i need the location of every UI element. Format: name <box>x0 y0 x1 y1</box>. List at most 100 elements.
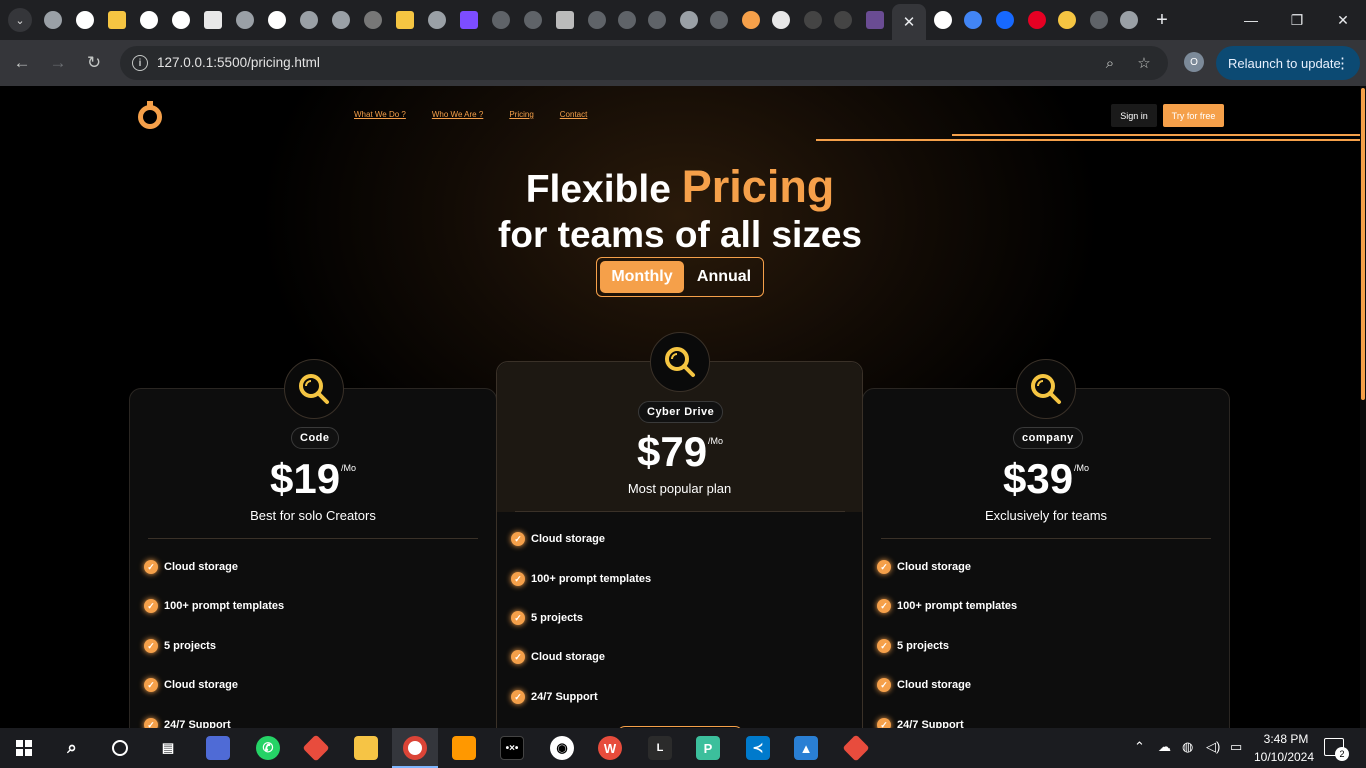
cortana-icon[interactable] <box>108 736 132 760</box>
tab-favicon[interactable] <box>332 11 350 29</box>
tab-favicon-chatgpt[interactable] <box>204 11 222 29</box>
nav-link-who-we-are[interactable]: Who We Are ? <box>432 110 483 119</box>
git-icon[interactable] <box>302 734 330 762</box>
feature-label: 100+ prompt templates <box>897 600 1018 612</box>
battery-icon[interactable]: ▭ <box>1230 739 1242 755</box>
minimize-icon[interactable]: — <box>1228 0 1274 40</box>
more-menu-icon[interactable]: ⋮ <box>1335 54 1350 72</box>
check-icon: ✓ <box>877 718 891 728</box>
try-free-button[interactable]: Try for free <box>1163 104 1224 127</box>
tab-favicon-behance[interactable] <box>996 11 1014 29</box>
tab-favicon-pinterest[interactable] <box>1028 11 1046 29</box>
tab-favicon[interactable] <box>524 11 542 29</box>
wps-icon[interactable]: W <box>598 736 622 760</box>
volume-icon[interactable]: ◁) <box>1206 739 1220 755</box>
tab-favicon[interactable] <box>834 11 852 29</box>
app-icon[interactable] <box>206 736 230 760</box>
nav-link-what-we-do[interactable]: What We Do ? <box>354 110 406 119</box>
tab-favicon[interactable] <box>588 11 606 29</box>
bookmark-star-icon[interactable]: ☆ <box>1134 53 1154 73</box>
tab-favicon[interactable] <box>742 11 760 29</box>
github-icon[interactable]: ◉ <box>550 736 574 760</box>
forward-icon[interactable]: → <box>46 51 70 75</box>
tab-favicon[interactable] <box>1120 11 1138 29</box>
tab-favicon-google[interactable] <box>76 11 94 29</box>
vscode-icon[interactable]: ≺ <box>746 736 770 760</box>
restore-icon[interactable]: ❐ <box>1274 0 1320 40</box>
plan-card-code: Code $19 /Mo Best for solo Creators ✓ Clo… <box>129 359 497 728</box>
tab-favicon[interactable] <box>1058 11 1076 29</box>
app-icon[interactable]: •×• <box>500 736 524 760</box>
tab-favicon-google[interactable] <box>140 11 158 29</box>
relaunch-label: Relaunch to update <box>1228 55 1341 71</box>
tab-favicon[interactable] <box>300 11 318 29</box>
windows-start-icon[interactable] <box>16 740 32 756</box>
tab-favicon[interactable] <box>964 11 982 29</box>
hero-heading-prefix: Flexible <box>525 168 671 211</box>
file-explorer-icon[interactable] <box>354 736 378 760</box>
site-info-icon[interactable]: i <box>132 55 148 71</box>
tab-search-icon[interactable]: ⌄ <box>8 8 32 32</box>
address-bar[interactable]: i 127.0.0.1:5500/pricing.html ⌕ ☆ <box>120 46 1168 80</box>
tab-favicon-chatgpt[interactable] <box>772 11 790 29</box>
zoom-icon[interactable]: ⌕ <box>1100 53 1120 73</box>
task-view-icon[interactable]: ▤ <box>156 736 180 760</box>
tab-favicon[interactable] <box>804 11 822 29</box>
new-tab-button[interactable]: + <box>1150 8 1174 32</box>
tab-favicon[interactable] <box>710 11 728 29</box>
plan-tagline: Best for solo Creators <box>250 508 376 523</box>
annual-toggle-option[interactable]: Annual <box>687 261 761 293</box>
tab-favicon-settings[interactable] <box>428 11 446 29</box>
tab-favicon[interactable] <box>236 11 254 29</box>
tab-favicon[interactable] <box>108 11 126 29</box>
scrollbar-thumb[interactable] <box>1361 88 1365 400</box>
app-icon[interactable]: P <box>696 736 720 760</box>
clock-time[interactable]: 3:48 PM <box>1254 732 1318 746</box>
chevron-up-icon[interactable]: ⌃ <box>1134 739 1145 755</box>
tab-favicon-google[interactable] <box>172 11 190 29</box>
cloud-icon[interactable]: ☁ <box>1158 739 1171 755</box>
tab-close-icon[interactable]: ✕ <box>892 4 926 40</box>
check-icon: ✓ <box>144 639 158 653</box>
chrome-icon[interactable] <box>403 736 427 760</box>
feature-item: ✓ Cloud storage <box>144 678 238 692</box>
nav-link-contact[interactable]: Contact <box>560 110 588 119</box>
tab-favicon[interactable] <box>680 11 698 29</box>
tab-favicon[interactable] <box>648 11 666 29</box>
plan-price: $39 <box>1003 455 1074 502</box>
notification-icon[interactable]: 2 <box>1324 738 1349 761</box>
url-text[interactable]: 127.0.0.1:5500/pricing.html <box>157 55 320 70</box>
tab-favicon[interactable] <box>618 11 636 29</box>
tab-favicon-google[interactable] <box>268 11 286 29</box>
tab-favicon[interactable] <box>866 11 884 29</box>
globe-icon[interactable]: ◍ <box>1182 739 1193 755</box>
tab-favicon[interactable] <box>492 11 510 29</box>
monthly-toggle-option[interactable]: Monthly <box>600 261 684 293</box>
page-scrollbar[interactable] <box>1360 86 1366 728</box>
feature-item: ✓ Cloud storage <box>511 650 605 664</box>
close-window-icon[interactable]: ✕ <box>1320 0 1366 40</box>
profile-avatar[interactable]: O <box>1184 52 1204 72</box>
tab-favicon[interactable] <box>556 11 574 29</box>
git-icon[interactable] <box>842 734 870 762</box>
tab-favicon[interactable] <box>44 11 62 29</box>
browser-toolbar: ← → ↻ i 127.0.0.1:5500/pricing.html ⌕ ☆ … <box>0 40 1366 86</box>
brand-logo-icon[interactable] <box>136 100 164 130</box>
tab-favicon-google[interactable] <box>934 11 952 29</box>
reload-icon[interactable]: ↻ <box>82 51 106 75</box>
search-icon[interactable]: ⌕ <box>60 736 84 760</box>
app-icon[interactable]: L <box>648 736 672 760</box>
clock-date[interactable]: 10/10/2024 <box>1250 750 1318 764</box>
back-icon[interactable]: ← <box>10 51 34 75</box>
photos-icon[interactable]: ▲ <box>794 736 818 760</box>
app-icon[interactable] <box>452 736 476 760</box>
whatsapp-icon[interactable]: ✆ <box>256 736 280 760</box>
nav-link-pricing[interactable]: Pricing <box>509 110 533 119</box>
magnifier-badge-icon <box>284 359 344 419</box>
sign-in-button[interactable]: Sign in <box>1111 104 1157 127</box>
tab-favicon[interactable] <box>1090 11 1108 29</box>
tab-favicon[interactable] <box>364 11 382 29</box>
relaunch-button[interactable]: Relaunch to update ⋮ <box>1216 46 1360 80</box>
tab-favicon[interactable] <box>460 11 478 29</box>
tab-favicon[interactable] <box>396 11 414 29</box>
